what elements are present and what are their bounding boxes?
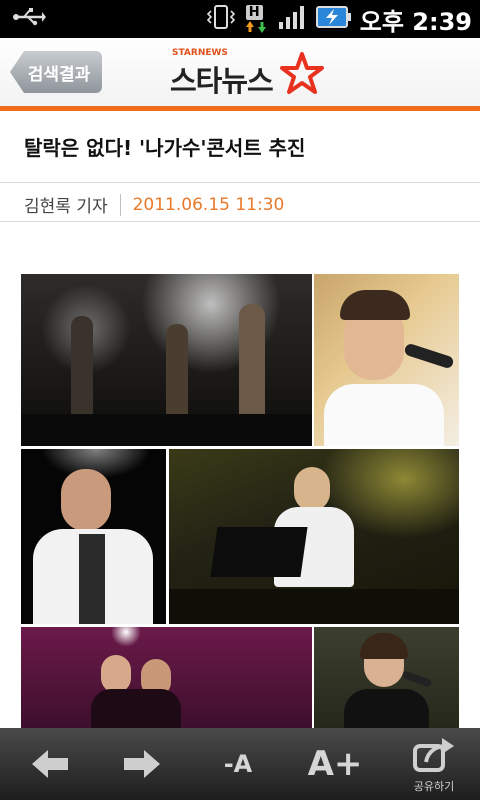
share-icon: [413, 738, 454, 772]
network-type-icon: H: [244, 5, 270, 33]
photo-singer-white-jacket: [21, 449, 166, 624]
font-larger-button[interactable]: A+: [300, 728, 370, 800]
byline-separator: [119, 193, 121, 216]
share-label: 공유하기: [413, 780, 455, 793]
bottom-toolbar: -A A+ 공유하기: [0, 728, 480, 800]
article-datetime: 2011.06.15 11:30: [132, 194, 285, 215]
forward-arrow-button[interactable]: [112, 728, 172, 800]
battery-charging-icon: [315, 5, 352, 33]
byline: 김현록 기자 2011.06.15 11:30: [24, 192, 284, 217]
usb-icon: [12, 7, 46, 31]
starnews-logo[interactable]: STARNEWS 스타뉴스: [170, 48, 330, 98]
share-button[interactable]: 공유하기: [404, 728, 464, 800]
arrow-left-icon: [32, 750, 68, 778]
star-icon: [280, 52, 324, 100]
photo-duet-dance: [21, 627, 312, 728]
status-bar: H 오후 2:39: [0, 0, 480, 38]
app-header: 검색결과 STARNEWS 스타뉴스: [0, 38, 480, 106]
font-smaller-button[interactable]: -A: [205, 728, 271, 800]
reporter-name: 김현록 기자: [24, 197, 108, 217]
clock: 오후 2:39: [359, 7, 472, 36]
photo-collage[interactable]: [21, 274, 459, 728]
article-headline: 탈락은 없다! '나가수'콘서트 추진: [24, 136, 306, 160]
photo-singer-piano: [169, 449, 459, 624]
vibrate-icon: [206, 4, 236, 34]
signal-icon: [278, 4, 308, 34]
divider: [0, 182, 480, 183]
back-button[interactable]: 검색결과: [10, 51, 102, 93]
divider: [0, 221, 480, 222]
header-accent-line: [0, 106, 480, 111]
photo-singer-glasses: [314, 274, 459, 446]
photo-female-singer: [314, 627, 459, 728]
back-arrow-button[interactable]: [20, 728, 80, 800]
arrow-right-icon: [124, 750, 160, 778]
photo-band-stage: [21, 274, 312, 446]
